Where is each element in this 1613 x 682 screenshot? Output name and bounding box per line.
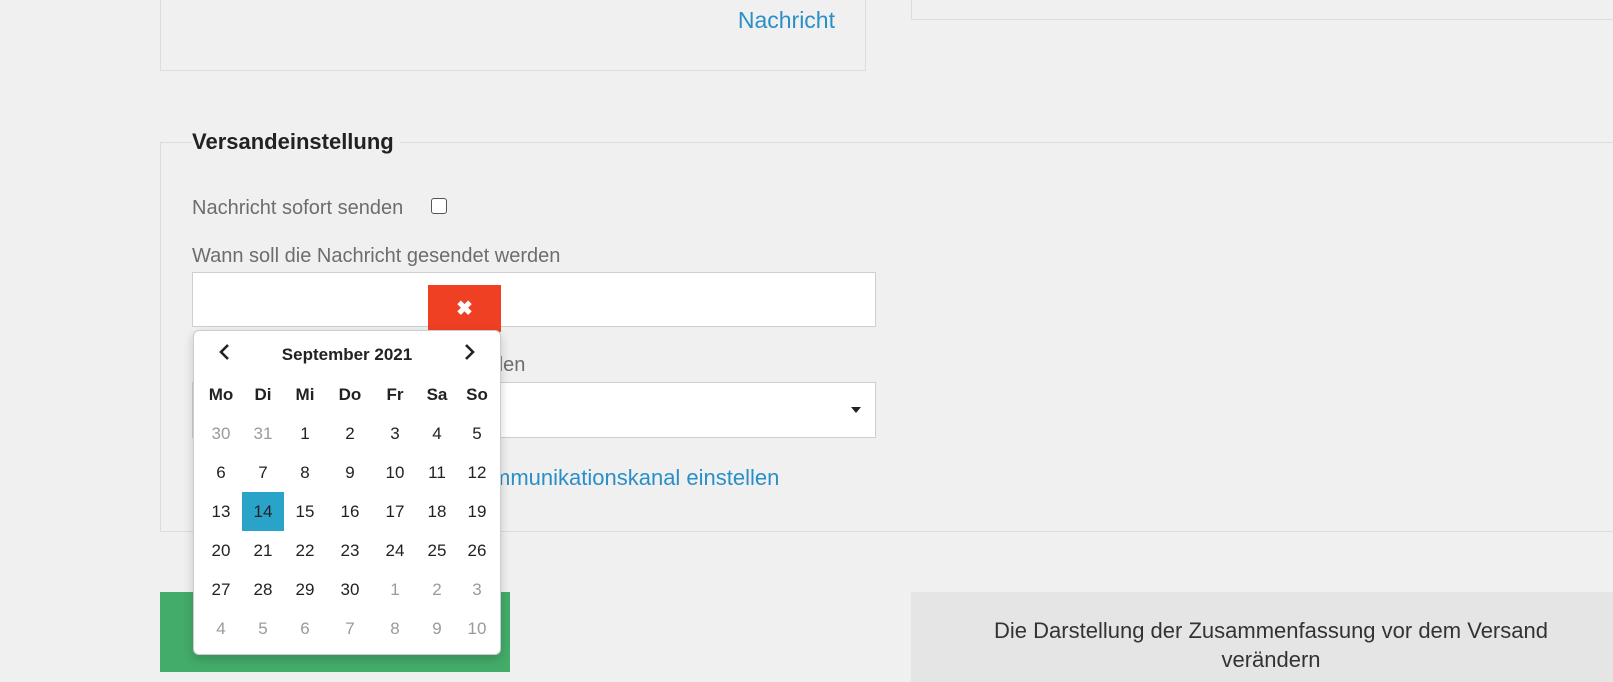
datepicker-month-title: September 2021 xyxy=(281,345,413,364)
day-cell[interactable]: 6 xyxy=(200,453,242,492)
send-time-input[interactable] xyxy=(192,272,876,327)
day-cell[interactable]: 7 xyxy=(242,453,284,492)
datepicker-popup: September 2021 Mo Di Mi Do Fr Sa So 30 31 1 2 3 4 5 6 7… xyxy=(193,330,501,655)
day-cell[interactable]: 9 xyxy=(416,609,458,648)
day-cell[interactable]: 25 xyxy=(416,531,458,570)
clear-date-button[interactable]: ✖ xyxy=(428,285,501,332)
weekday-label: Di xyxy=(254,385,272,404)
weekday-label: Do xyxy=(338,385,362,404)
day-cell[interactable]: 1 xyxy=(374,570,416,609)
send-now-label: Nachricht sofort senden xyxy=(192,197,404,219)
summary-text: Die Darstellung der Zusammenfassung vor … xyxy=(994,618,1548,672)
week-row: 20 21 22 23 24 25 26 xyxy=(200,531,496,570)
settings-legend: Versandeinstellung xyxy=(192,129,400,155)
week-row: 6 7 8 9 10 11 12 xyxy=(200,453,496,492)
weekday-header-row: Mo Di Mi Do Fr Sa So xyxy=(200,375,496,414)
day-cell[interactable]: 21 xyxy=(242,531,284,570)
top-right-card xyxy=(911,0,1613,20)
day-cell[interactable]: 31 xyxy=(242,414,284,453)
weekday-label: Fr xyxy=(386,385,404,404)
weekday-label: Sa xyxy=(426,385,448,404)
day-cell[interactable]: 9 xyxy=(326,453,374,492)
day-cell[interactable]: 15 xyxy=(284,492,326,531)
close-icon: ✖ xyxy=(456,298,473,320)
weekday-label: Mo xyxy=(208,385,234,404)
day-cell[interactable]: 1 xyxy=(284,414,326,453)
week-row: 30 31 1 2 3 4 5 xyxy=(200,414,496,453)
day-cell[interactable]: 30 xyxy=(200,414,242,453)
day-cell[interactable]: 4 xyxy=(200,609,242,648)
message-link[interactable]: Nachricht xyxy=(738,7,835,34)
day-cell[interactable]: 18 xyxy=(416,492,458,531)
day-cell[interactable]: 2 xyxy=(326,414,374,453)
week-row: 4 5 6 7 8 9 10 xyxy=(200,609,496,648)
day-cell[interactable]: 28 xyxy=(242,570,284,609)
day-cell[interactable]: 3 xyxy=(374,414,416,453)
day-cell[interactable]: 12 xyxy=(458,453,496,492)
day-cell[interactable]: 16 xyxy=(326,492,374,531)
set-channel-link[interactable]: mmunikationskanal einstellen xyxy=(492,465,779,491)
day-cell[interactable]: 26 xyxy=(458,531,496,570)
day-cell[interactable]: 10 xyxy=(458,609,496,648)
day-cell[interactable]: 17 xyxy=(374,492,416,531)
top-message-card: Nachricht xyxy=(160,0,866,71)
week-row: 13 14 15 16 17 18 19 xyxy=(200,492,496,531)
day-cell[interactable]: 10 xyxy=(374,453,416,492)
day-cell[interactable]: 30 xyxy=(326,570,374,609)
day-cell[interactable]: 29 xyxy=(284,570,326,609)
day-cell[interactable]: 5 xyxy=(458,414,496,453)
day-cell[interactable]: 22 xyxy=(284,531,326,570)
day-cell[interactable]: 19 xyxy=(458,492,496,531)
datepicker-grid: Mo Di Mi Do Fr Sa So 30 31 1 2 3 4 5 6 7 8 9 10 11 12 13 14 15 1… xyxy=(200,375,496,648)
send-now-checkbox[interactable] xyxy=(431,198,447,214)
caret-down-icon xyxy=(851,407,861,413)
weekday-label: Mi xyxy=(295,385,315,404)
day-cell[interactable]: 2 xyxy=(416,570,458,609)
day-cell[interactable]: 13 xyxy=(200,492,242,531)
day-cell[interactable]: 8 xyxy=(374,609,416,648)
day-cell[interactable]: 8 xyxy=(284,453,326,492)
day-cell[interactable]: 7 xyxy=(326,609,374,648)
send-time-label: Wann soll die Nachricht gesendet werden xyxy=(192,245,561,267)
weekday-label: So xyxy=(466,385,488,404)
day-cell[interactable]: 20 xyxy=(200,531,242,570)
day-cell[interactable]: 4 xyxy=(416,414,458,453)
day-cell[interactable]: 5 xyxy=(242,609,284,648)
chevron-right-icon[interactable] xyxy=(460,343,480,366)
day-cell[interactable]: 24 xyxy=(374,531,416,570)
day-cell[interactable]: 6 xyxy=(284,609,326,648)
summary-panel[interactable]: Die Darstellung der Zusammenfassung vor … xyxy=(911,592,1613,682)
day-cell[interactable]: 3 xyxy=(458,570,496,609)
week-row: 27 28 29 30 1 2 3 xyxy=(200,570,496,609)
selected-day[interactable]: 14 xyxy=(242,492,284,531)
day-cell[interactable]: 27 xyxy=(200,570,242,609)
day-cell[interactable]: 11 xyxy=(416,453,458,492)
day-cell[interactable]: 23 xyxy=(326,531,374,570)
